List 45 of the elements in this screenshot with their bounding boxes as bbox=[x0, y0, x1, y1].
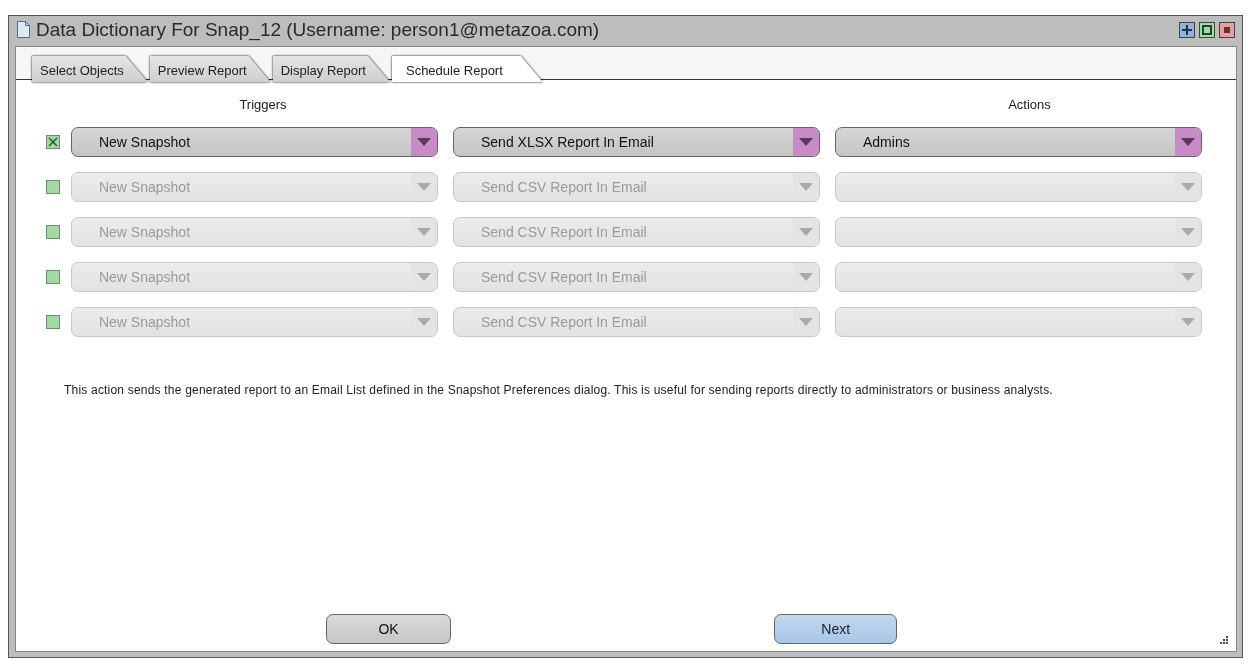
tab[interactable]: Schedule Report bbox=[391, 56, 543, 82]
add-button[interactable] bbox=[1179, 21, 1195, 38]
checkbox[interactable] bbox=[46, 135, 60, 149]
dropdown[interactable] bbox=[835, 217, 1202, 247]
close-button[interactable] bbox=[1219, 21, 1235, 38]
dropdown-arrow-icon bbox=[799, 318, 813, 326]
dropdown-arrow-icon bbox=[799, 273, 813, 281]
dropdown-arrow-icon bbox=[1181, 183, 1195, 191]
tab[interactable]: Select Objects bbox=[32, 56, 148, 82]
dropdown-arrow-icon bbox=[417, 318, 431, 326]
dropdown[interactable]: New Snapshot bbox=[70, 127, 438, 157]
square-icon bbox=[1202, 24, 1212, 35]
dropdown[interactable] bbox=[835, 262, 1202, 292]
dropdown[interactable]: Send XLSX Report In Email bbox=[453, 127, 820, 157]
dropdown-arrow-icon bbox=[799, 183, 813, 191]
dropdown[interactable]: Admins bbox=[835, 127, 1202, 157]
dropdown-arrow-icon bbox=[1181, 273, 1195, 281]
column-heading: Triggers bbox=[238, 97, 288, 112]
resize-grip-icon[interactable] bbox=[1220, 636, 1228, 644]
description-text: This action sends the generated report to an Email List defined in the Snapshot Preferences dialog. This is useful for sending reports directly to administrators or business analysts. bbox=[64, 382, 1054, 399]
document-icon bbox=[17, 21, 30, 38]
dropdown-arrow-icon bbox=[799, 228, 813, 236]
dropdown[interactable] bbox=[835, 172, 1202, 202]
checkbox[interactable] bbox=[46, 315, 60, 329]
dropdown-arrow-icon bbox=[417, 228, 431, 236]
dropdown[interactable] bbox=[835, 307, 1202, 337]
maximize-button[interactable] bbox=[1199, 21, 1215, 38]
tab[interactable]: Display Report bbox=[272, 56, 390, 82]
checkbox[interactable] bbox=[46, 225, 60, 239]
window-title: Data Dictionary For Snap_12 (Username: person1@metazoa.com) bbox=[36, 18, 601, 41]
dropdown-arrow-icon bbox=[417, 183, 431, 191]
dropdown-arrow-icon bbox=[417, 273, 431, 281]
dropdown-arrow-icon bbox=[417, 138, 431, 146]
dropdown-arrow-icon bbox=[1181, 318, 1195, 326]
tab[interactable]: Preview Report bbox=[149, 56, 271, 82]
dialog-button[interactable]: Next bbox=[774, 614, 898, 644]
plus-icon bbox=[1181, 23, 1193, 36]
checkbox[interactable] bbox=[46, 270, 60, 284]
dialog-button[interactable]: OK bbox=[326, 614, 452, 644]
column-heading: Actions bbox=[1007, 97, 1052, 112]
dropdown-arrow-icon bbox=[1181, 138, 1195, 146]
dropdown-arrow-icon bbox=[799, 138, 813, 146]
checkbox[interactable] bbox=[46, 180, 60, 194]
stop-icon bbox=[1224, 26, 1230, 33]
dropdown-arrow-icon bbox=[1181, 228, 1195, 236]
